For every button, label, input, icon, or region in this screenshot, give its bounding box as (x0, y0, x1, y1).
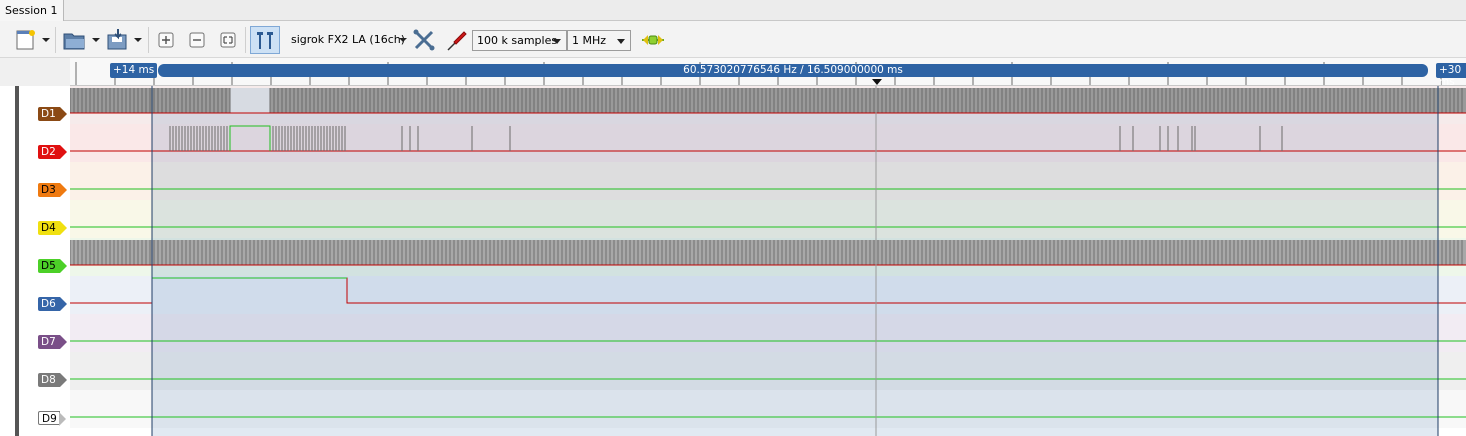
chevron-down-icon (553, 39, 561, 44)
new-session-dropdown[interactable] (42, 38, 50, 42)
save-file-icon[interactable] (104, 28, 130, 52)
toolbar-separator (245, 27, 246, 53)
show-cursors-icon[interactable] (250, 26, 280, 54)
channel-label-d1[interactable]: D1 (38, 107, 67, 121)
samplerate-value: 1 MHz (572, 34, 607, 47)
zoom-fit-icon[interactable] (217, 28, 239, 52)
toolbar-separator (148, 27, 149, 53)
channel-label-d6[interactable]: D6 (38, 297, 67, 311)
d1-gap (230, 88, 270, 113)
main-toolbar: sigrok FX2 LA (16ch) 100 k samples 1 MHz (0, 21, 1466, 58)
channel-label-d9[interactable]: D9 (38, 411, 66, 426)
toolbar-separator (55, 27, 56, 53)
samplerate-select[interactable]: 1 MHz (567, 30, 631, 51)
waveform-canvas[interactable] (70, 86, 1466, 436)
sample-count-value: 100 k samples (477, 34, 558, 47)
header-splitter[interactable] (15, 86, 19, 436)
open-file-icon[interactable] (62, 28, 88, 52)
d1-dense-signal (70, 88, 1466, 113)
zoom-out-icon[interactable] (186, 28, 208, 52)
channel-label-d2[interactable]: D2 (38, 145, 67, 159)
trace-view[interactable]: D1 D2 D3 D4 D5 D6 D7 D8 D9 (0, 86, 1466, 436)
zoom-in-icon[interactable] (155, 28, 177, 52)
session-tab[interactable]: Session 1 (0, 0, 65, 21)
d5-dense-signal (70, 240, 1466, 265)
save-file-dropdown[interactable] (134, 38, 142, 42)
probe-icon[interactable] (444, 28, 468, 52)
chevron-down-icon (617, 39, 625, 44)
cursor-interval-bar[interactable]: 60.573020776546 Hz / 16.509000000 ms (158, 64, 1428, 77)
right-cursor-marker[interactable]: +30 ms (1436, 63, 1466, 88)
channel-label-d7[interactable]: D7 (38, 335, 67, 349)
run-icon[interactable] (640, 28, 666, 52)
device-selector[interactable]: sigrok FX2 LA (16ch) (291, 33, 405, 49)
cursor-selection-region (152, 113, 1438, 436)
channel-label-d4[interactable]: D4 (38, 221, 67, 235)
channel-label-d8[interactable]: D8 (38, 373, 67, 387)
new-session-icon[interactable] (14, 28, 38, 52)
sample-count-select[interactable]: 100 k samples (472, 30, 567, 51)
device-config-icon[interactable] (412, 28, 436, 52)
time-ruler[interactable]: +14 ms 60.573020776546 Hz / 16.509000000… (70, 58, 1466, 88)
left-cursor-marker[interactable]: +14 ms (110, 63, 158, 78)
device-dropdown-arrow[interactable] (399, 38, 407, 42)
open-file-dropdown[interactable] (92, 38, 100, 42)
session-tabbar: Session 1 (0, 0, 1466, 21)
cursor-readout: 60.573020776546 Hz / 16.509000000 ms (683, 64, 903, 76)
channel-label-d3[interactable]: D3 (38, 183, 67, 197)
channel-label-d5[interactable]: D5 (38, 259, 67, 273)
